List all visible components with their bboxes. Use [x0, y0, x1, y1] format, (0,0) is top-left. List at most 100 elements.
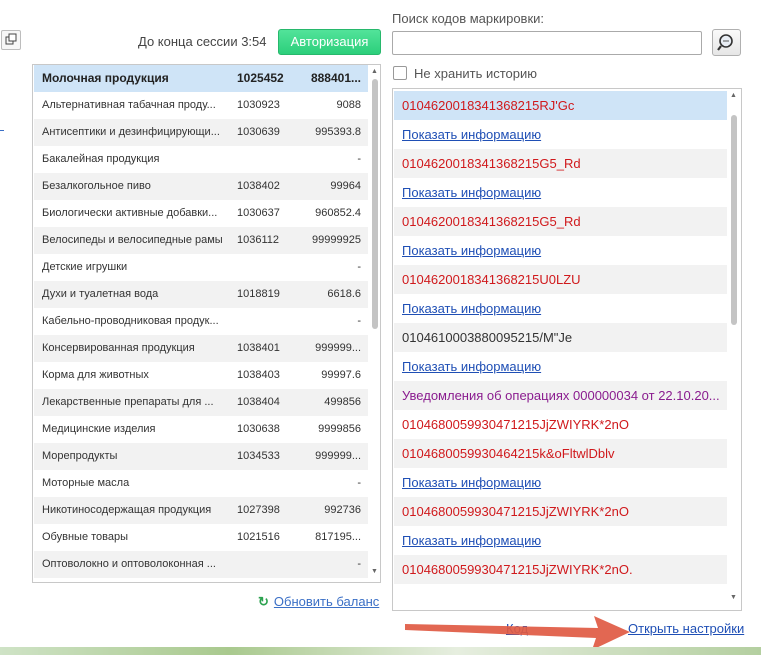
search-button[interactable] — [712, 29, 741, 56]
cut-off-link[interactable] — [0, 118, 4, 131]
product-balance: 6618.6 — [327, 288, 361, 300]
product-name: Безалкогольное пиво — [42, 180, 151, 192]
product-code: 1021516 — [237, 531, 280, 543]
product-name: Молочная продукция — [42, 71, 169, 85]
scroll-up-icon[interactable]: ▲ — [730, 92, 737, 99]
product-name: Моторные масла — [42, 477, 130, 489]
product-name: Кабельно-проводниковая продук... — [42, 315, 219, 327]
authorization-button[interactable]: Авторизация — [278, 29, 381, 55]
obscured-link[interactable]: Код — [506, 621, 546, 636]
product-code: 1018819 — [237, 288, 280, 300]
table-row[interactable]: Безалкогольное пиво 1038402 99964 — [34, 173, 368, 200]
history-item[interactable]: 0104620018341368215G5_Rd — [394, 207, 727, 236]
table-row[interactable]: Духи и туалетная вода 1018819 6618.6 — [34, 281, 368, 308]
history-item[interactable]: Уведомления об операциях 000000034 от 22… — [394, 381, 727, 410]
product-code: 1030639 — [237, 126, 280, 138]
table-row[interactable]: Лекарственные препараты для ... 1038404 49… — [34, 389, 368, 416]
product-balance: 9088 — [336, 99, 361, 111]
no-history-checkbox[interactable] — [393, 66, 407, 80]
product-code: 1030637 — [237, 207, 280, 219]
scroll-thumb[interactable] — [372, 79, 378, 329]
product-balance: 817195... — [315, 531, 361, 543]
product-balance: 992736 — [324, 504, 361, 516]
table-row[interactable]: Детские игрушки - — [34, 254, 368, 281]
product-balance: 99964 — [330, 180, 361, 192]
restore-window-icon — [5, 33, 17, 45]
table-row[interactable]: Моторные масла - — [34, 470, 368, 497]
table-row[interactable]: Обувные товары 1021516 817195... — [34, 524, 368, 551]
product-code: 1038401 — [237, 342, 280, 354]
product-balance: 995393.8 — [315, 126, 361, 138]
refresh-icon: ↻ — [258, 594, 269, 609]
table-row[interactable]: Корма для животных 1038403 99997.6 — [34, 362, 368, 389]
scroll-down-icon[interactable]: ▼ — [371, 568, 378, 575]
history-item[interactable]: 0104620018341368215RJ'Gc — [394, 91, 727, 120]
restore-window-button[interactable] — [1, 30, 21, 50]
history-item[interactable]: 0104620018341368215G5_Rd — [394, 149, 727, 178]
product-code: 1030923 — [237, 99, 280, 111]
product-code: 1027398 — [237, 504, 280, 516]
product-name: Бакалейная продукция — [42, 153, 160, 165]
table-row[interactable]: Молочная продукция 1025452 888401... — [34, 65, 368, 92]
magnifier-icon — [717, 34, 733, 51]
table-row[interactable]: Альтернативная табачная проду... 1030923 9… — [34, 92, 368, 119]
show-info-link[interactable]: Показать информацию — [394, 178, 727, 207]
history-item[interactable]: 0104680059930471215JjZWIYRK*2nO — [394, 410, 727, 439]
table-row[interactable]: Никотиносодержащая продукция 1027398 99273… — [34, 497, 368, 524]
table-row[interactable]: Консервированная продукция 1038401 999999.… — [34, 335, 368, 362]
product-balance: - — [357, 315, 361, 327]
show-info-link[interactable]: Показать информацию — [394, 352, 727, 381]
scan-history-list[interactable]: 0104620018341368215RJ'Gc Показать информа… — [392, 88, 742, 611]
show-info-link[interactable]: Показать информацию — [394, 294, 727, 323]
background-strip — [0, 647, 761, 655]
product-name: Альтернативная табачная проду... — [42, 99, 216, 111]
product-code: 1038403 — [237, 369, 280, 381]
product-code: 1025452 — [237, 71, 284, 85]
product-code: 1038402 — [237, 180, 280, 192]
table-row[interactable]: Велосипеды и велосипедные рамы 1036112 999… — [34, 227, 368, 254]
product-code: 1036112 — [237, 234, 280, 246]
table-row[interactable]: Бакалейная продукция - — [34, 146, 368, 173]
history-item[interactable]: 0104620018341368215U0LZU — [394, 265, 727, 294]
product-balance: - — [357, 153, 361, 165]
show-info-link[interactable]: Показать информацию — [394, 120, 727, 149]
product-balance: 99999925 — [312, 234, 361, 246]
table-row[interactable]: Морепродукты 1034533 999999... — [34, 443, 368, 470]
products-scrollbar[interactable]: ▲ ▼ — [369, 65, 380, 582]
product-balance: 888401... — [310, 71, 361, 85]
show-info-link[interactable]: Показать информацию — [394, 236, 727, 265]
show-info-link[interactable]: Показать информацию — [394, 526, 727, 555]
product-name: Морепродукты — [42, 450, 118, 462]
search-label: Поиск кодов маркировки: — [392, 11, 545, 26]
no-history-label: Не хранить историю — [414, 66, 538, 81]
product-code: 1030638 — [237, 423, 280, 435]
product-name: Обувные товары — [42, 531, 129, 543]
history-item[interactable]: 0104610003880095215/M"Je — [394, 323, 727, 352]
product-balance: 999999... — [315, 342, 361, 354]
table-row[interactable]: Оптоволокно и оптоволоконная ... - — [34, 551, 368, 578]
refresh-balance-link[interactable]: ↻ Обновить баланс — [258, 594, 379, 610]
table-row[interactable]: Кабельно-проводниковая продук... - — [34, 308, 368, 335]
product-name: Консервированная продукция — [42, 342, 195, 354]
history-item[interactable]: 0104680059930471215JjZWIYRK*2nO — [394, 497, 727, 526]
product-balance-table[interactable]: Молочная продукция 1025452 888401... Альтер… — [32, 64, 381, 583]
history-scrollbar[interactable]: ▲ ▼ — [728, 89, 740, 610]
scroll-thumb[interactable] — [731, 115, 737, 325]
product-name: Корма для животных — [42, 369, 149, 381]
session-timer: До конца сессии 3:54 — [138, 34, 267, 49]
product-balance: 999999... — [315, 450, 361, 462]
product-name: Велосипеды и велосипедные рамы — [42, 234, 223, 246]
history-item[interactable]: 0104680059930471215JjZWIYRK*2nO. — [394, 555, 727, 584]
history-item[interactable]: 0104680059930464215k&oFltwlDblv — [394, 439, 727, 468]
scroll-up-icon[interactable]: ▲ — [371, 68, 378, 75]
show-info-link[interactable]: Показать информацию — [394, 468, 727, 497]
table-row[interactable]: Биологически активные добавки... 1030637 9… — [34, 200, 368, 227]
product-balance: 960852.4 — [315, 207, 361, 219]
product-name: Медицинские изделия — [42, 423, 156, 435]
table-row[interactable]: Медицинские изделия 1030638 9999856 — [34, 416, 368, 443]
scroll-down-icon[interactable]: ▼ — [730, 594, 737, 601]
table-row[interactable]: Антисептики и дезинфицирующи... 1030639 99… — [34, 119, 368, 146]
search-input[interactable] — [392, 31, 702, 55]
product-name: Оптоволокно и оптоволоконная ... — [42, 558, 216, 570]
open-settings-link[interactable]: Открыть настройки — [628, 621, 744, 636]
